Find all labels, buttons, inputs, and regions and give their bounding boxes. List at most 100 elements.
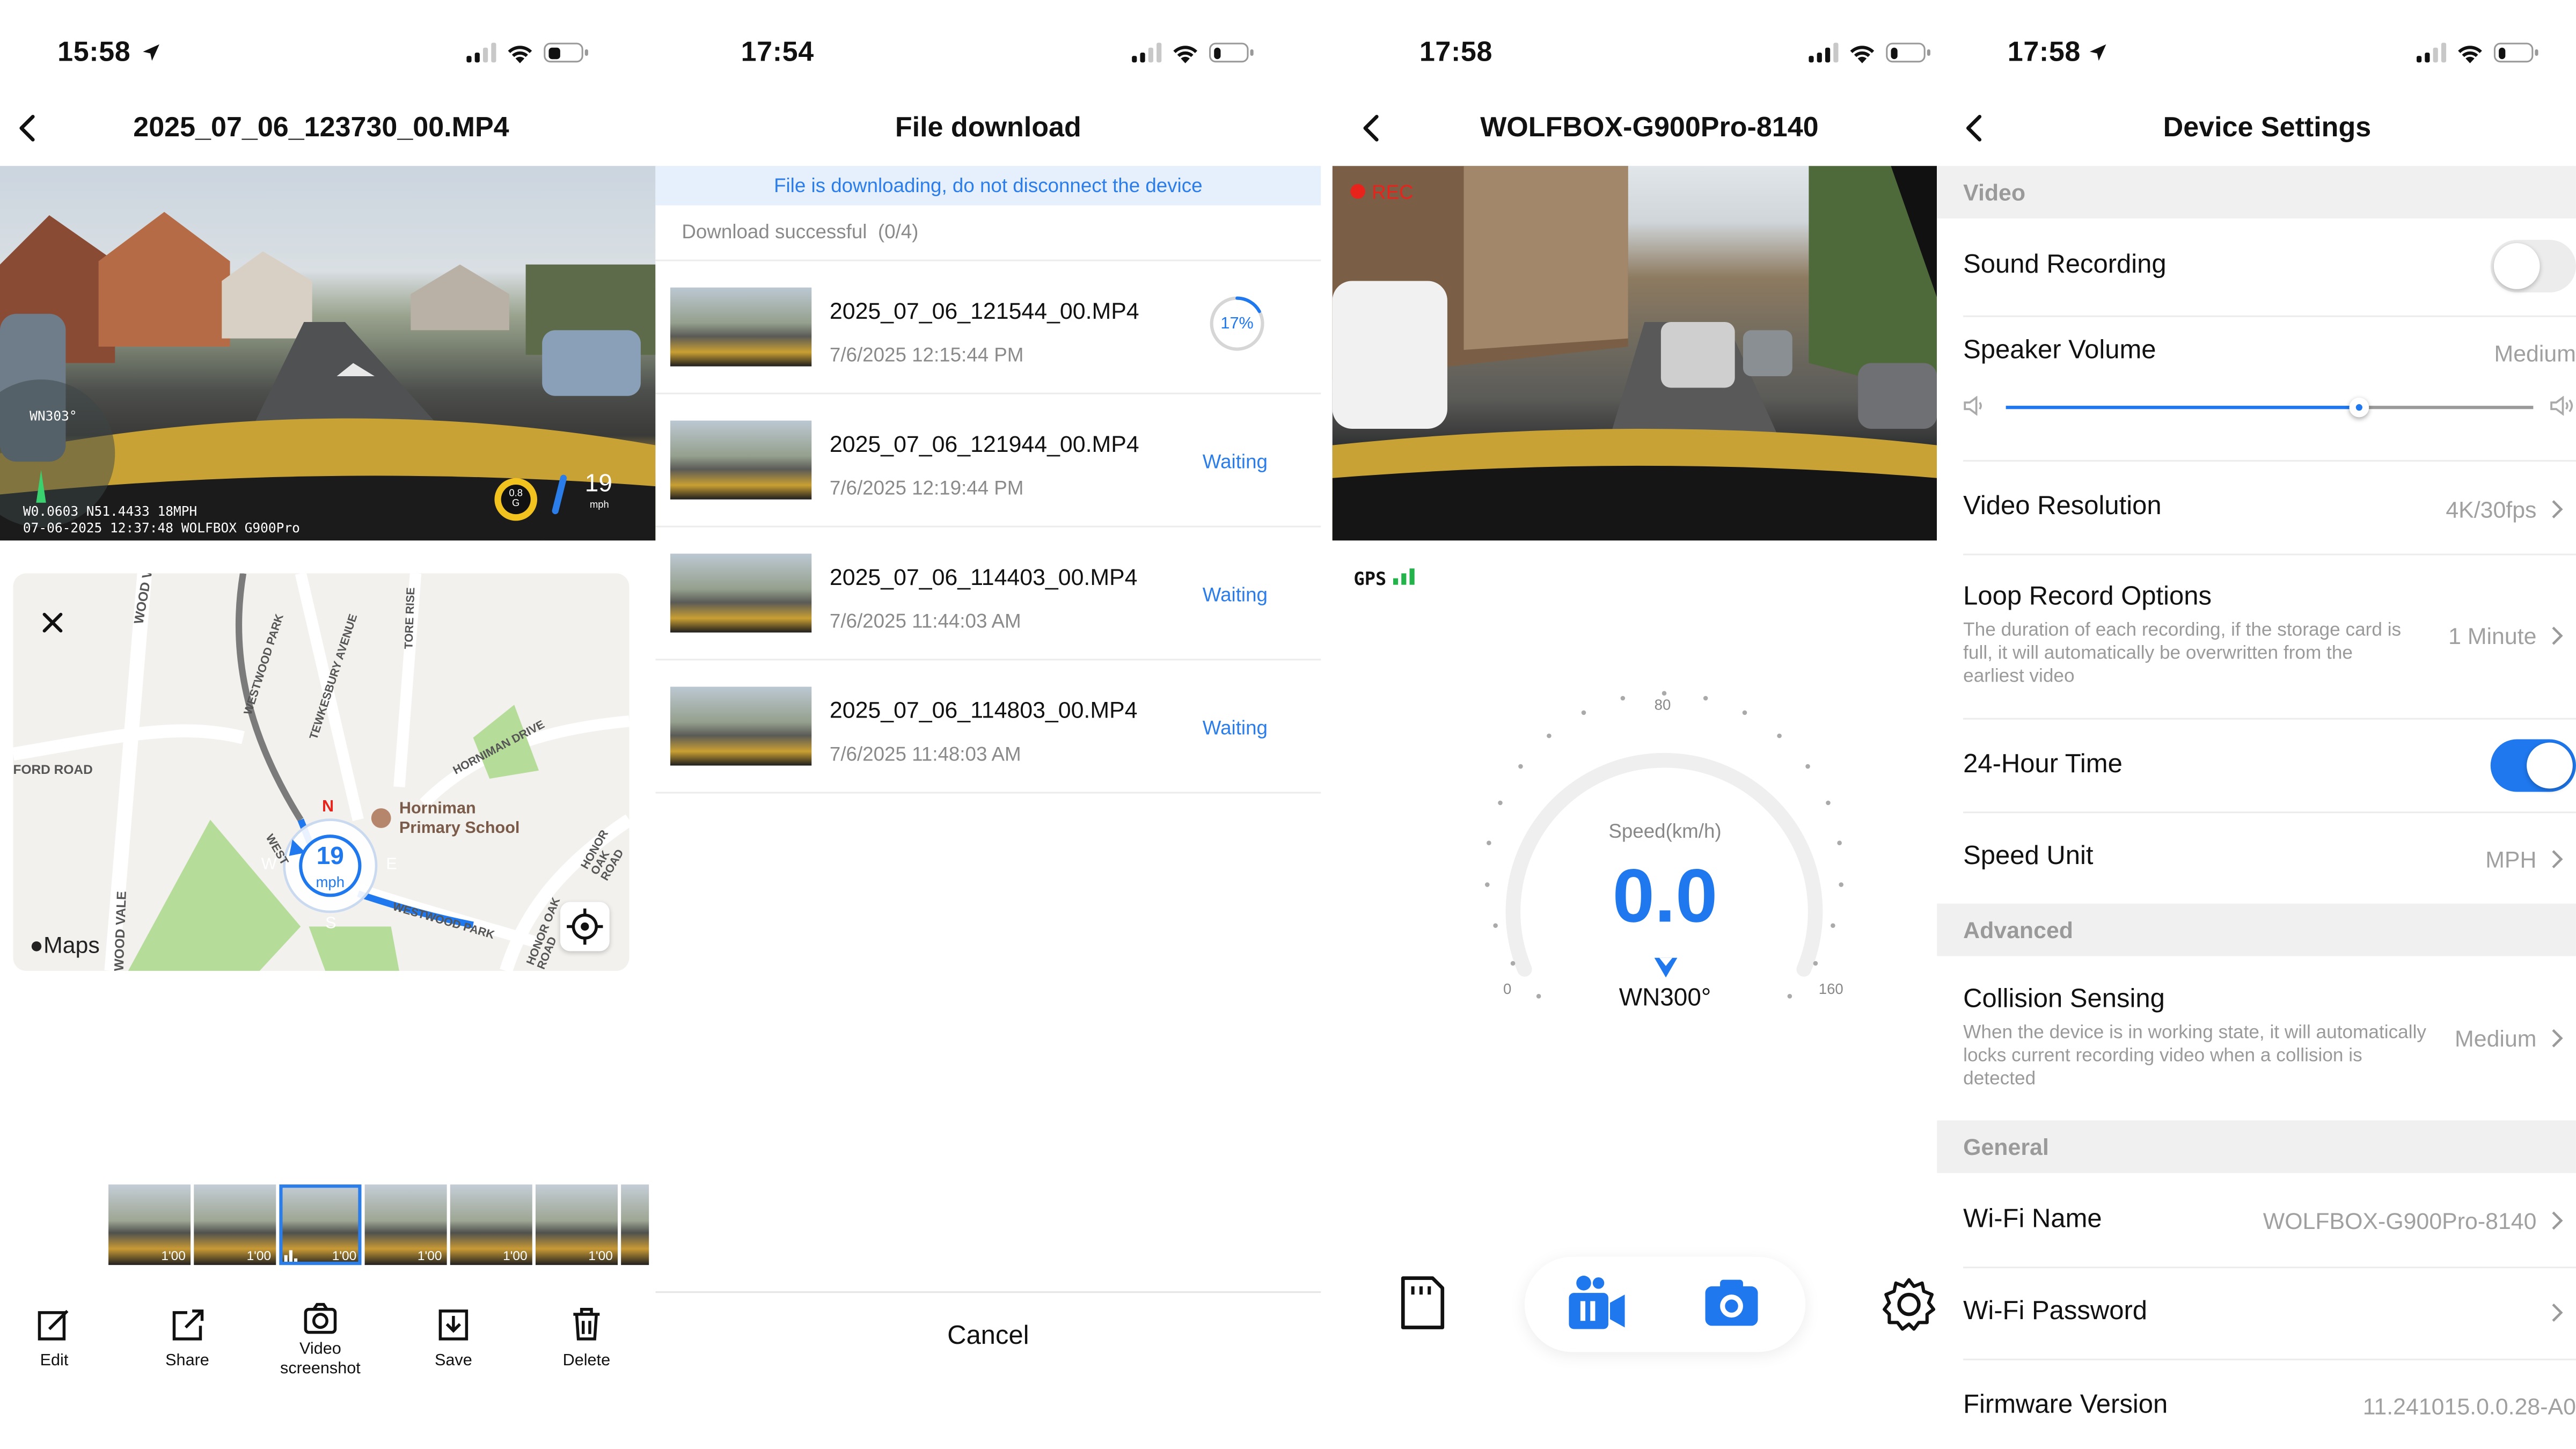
time-stamp: 07-06-2025 12:37:48 WOLFBOX G900Pro [23,521,300,536]
snapshot-button[interactable] [1703,1278,1759,1328]
signal-icon [2417,42,2447,63]
video-resolution-value[interactable]: 4K/30fps [2446,496,2536,522]
wifi-icon [1850,45,1875,63]
chevron-right-icon[interactable] [2551,1211,2563,1231]
gauge-tick [1518,764,1523,769]
wifi-name-value[interactable]: WOLFBOX-G900Pro-8140 [2263,1208,2537,1234]
speaker-volume-label: Speaker Volume [1963,336,2156,365]
thumb-duration: 1'00 [417,1248,442,1264]
wifi-password-label[interactable]: Wi-Fi Password [1963,1298,2147,1327]
timeline-thumb[interactable]: 1'00 [364,1184,447,1265]
timeline-thumb[interactable]: 1'00 [194,1184,276,1265]
clip-timeline[interactable]: 1'00 1'00 1'00 1'00 1'00 1'00 [108,1184,649,1265]
hour24-label: 24-Hour Time [1963,750,2123,779]
sound-recording-toggle[interactable] [2490,239,2576,292]
timeline-thumb[interactable]: 1'00 [108,1184,191,1265]
download-progress: 17% [1220,315,1254,334]
settings-gear-icon[interactable] [1881,1277,1937,1333]
loop-record-description: The duration of each recording, if the s… [1963,621,2402,687]
gauge-tick [1826,800,1831,806]
video-thumbnail [670,287,812,367]
share-button[interactable]: Share [138,1306,237,1370]
chevron-right-icon[interactable] [2551,500,2563,519]
collision-value[interactable]: Medium [2455,1025,2536,1051]
volume-low-icon [1964,396,1982,416]
gauge-tick [1510,961,1516,966]
gauge-tick [1581,710,1586,715]
record-video-button[interactable] [1567,1275,1626,1330]
route-map[interactable]: WOOD VALE WESTWOOD PARK TEWKESBURY AVENU… [13,573,630,971]
gforce-unit: G [512,499,520,509]
page-title: Device Settings [2163,112,2372,143]
hour24-toggle[interactable] [2490,739,2576,792]
slider-knob[interactable] [2349,397,2369,418]
edit-icon [38,1309,69,1341]
file-title: 2025_07_06_123730_00.MP4 [133,112,509,143]
download-screen: 17:54 File download File is downloading,… [655,0,1333,1449]
wifi-name-label[interactable]: Wi-Fi Name [1963,1206,2102,1235]
heading-overlay: WN303° [30,409,77,424]
speed-value: 0.0 [1612,852,1718,938]
speed-unit-value[interactable]: MPH [2485,846,2536,873]
chevron-right-icon[interactable] [2551,850,2563,869]
cancel-button[interactable]: Cancel [655,1322,1321,1352]
file-name: 2025_07_06_121944_00.MP4 [829,430,1139,457]
gauge-tick [1777,733,1782,738]
video-resolution-label[interactable]: Video Resolution [1963,493,2161,522]
speed-unit-label[interactable]: Speed Unit [1963,843,2093,872]
sd-card-icon[interactable] [1398,1275,1447,1330]
street-label: WOOD VALE [112,891,129,971]
download-item[interactable]: 2025_07_06_121944_00.MP4 7/6/2025 12:19:… [655,392,1321,526]
thumb-duration: 1'00 [246,1248,272,1264]
screenshot-label-line2: screenshot [280,1360,361,1379]
close-map-icon[interactable] [39,610,65,636]
divider [1963,1358,2576,1360]
wifi-icon [2458,45,2482,63]
poi-name-line2: Primary School [399,819,520,838]
section-video: Video [1937,166,2576,219]
rec-dot-icon [1350,184,1365,199]
gauge-tick [1620,696,1626,701]
edit-button[interactable]: Edit [5,1306,104,1370]
download-item[interactable]: 2025_07_06_114403_00.MP4 7/6/2025 11:44:… [655,525,1321,659]
trash-icon [573,1308,600,1341]
signal-icon [466,42,496,63]
chevron-right-icon[interactable] [2551,1028,2563,1048]
collision-label[interactable]: Collision Sensing [1963,986,2165,1015]
firmware-label: Firmware Version [1963,1391,2168,1419]
file-name: 2025_07_06_114803_00.MP4 [829,696,1138,723]
video-player[interactable]: WN303° W0.0603 N51.4433 18MPH 07-06-2025… [0,166,656,541]
timeline-thumb[interactable] [621,1184,649,1265]
delete-button[interactable]: Delete [537,1306,636,1370]
apple-logo-icon: ● [30,931,44,958]
section-advanced: Advanced [1937,903,2576,956]
live-view-screen: 17:58 WOLFBOX-G900Pro-8140 REC GPS 80 0 … [1332,0,1937,1449]
slider-fill [2006,406,2360,409]
recenter-button[interactable] [560,902,610,952]
loop-record-label[interactable]: Loop Record Options [1963,583,2212,613]
download-icon [438,1309,469,1341]
timeline-thumb-selected[interactable]: 1'00 [279,1184,362,1265]
capture-controls [1524,1256,1806,1352]
video-thumbnail [670,553,812,633]
video-thumbnail [670,420,812,500]
signal-icon [1132,42,1162,63]
firmware-value: 11.241015.0.0.28-A0 [2362,1393,2576,1419]
download-item[interactable]: 2025_07_06_121544_00.MP4 7/6/2025 12:15:… [655,259,1321,393]
save-button[interactable]: Save [404,1306,503,1370]
video-screenshot-button[interactable]: Video screenshot [271,1301,370,1380]
gps-label: GPS [1353,568,1387,590]
heading-arrow-icon [1654,957,1678,978]
map-canvas [13,573,630,971]
chevron-right-icon[interactable] [2551,1303,2563,1323]
speaker-volume-slider[interactable] [2006,397,2534,418]
status-icons [1132,41,1254,64]
file-name: 2025_07_06_121544_00.MP4 [829,297,1139,324]
timeline-thumb[interactable]: 1'00 [450,1184,532,1265]
chevron-right-icon[interactable] [2551,626,2563,646]
live-video[interactable]: REC [1332,166,1937,541]
download-item[interactable]: 2025_07_06_114803_00.MP4 7/6/2025 11:48:… [655,658,1321,794]
divider [1963,811,2576,814]
loop-record-value[interactable]: 1 Minute [2448,623,2536,649]
timeline-thumb[interactable]: 1'00 [535,1184,618,1265]
